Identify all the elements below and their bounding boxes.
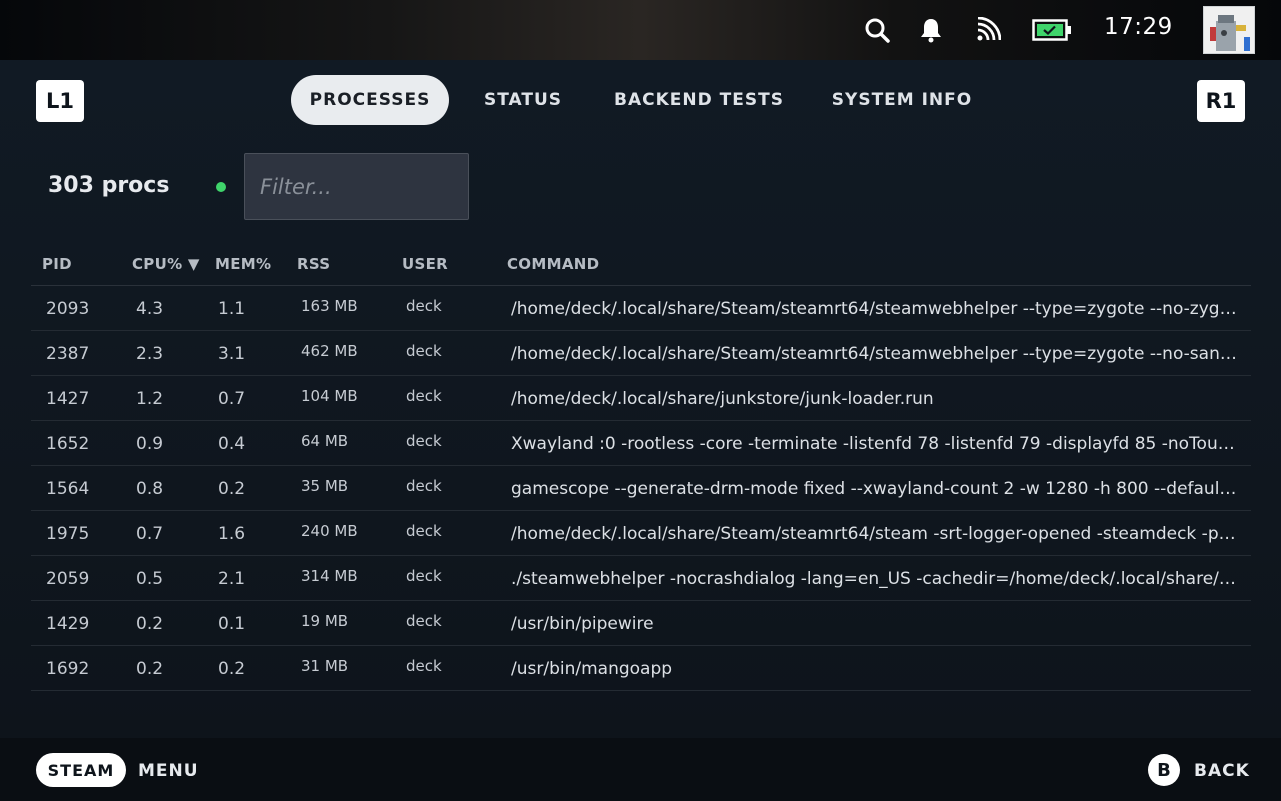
tab-processes[interactable]: PROCESSES — [291, 75, 449, 125]
cell-cpu: 1.2 — [136, 389, 164, 409]
main-panel: L1 R1 PROCESSES STATUS BACKEND TESTS SYS… — [0, 60, 1281, 738]
cell-user: deck — [406, 567, 442, 585]
cell-user: deck — [406, 477, 442, 495]
cell-mem: 0.2 — [218, 659, 246, 679]
cell-command: /home/deck/.local/share/Steam/steamrt64/… — [511, 344, 1237, 364]
cell-pid: 2059 — [46, 569, 90, 589]
tab-backend-tests[interactable]: BACKEND TESTS — [604, 75, 794, 125]
cell-mem: 2.1 — [218, 569, 246, 589]
cell-mem: 0.4 — [218, 434, 246, 454]
steam-button[interactable]: STEAM — [36, 753, 126, 787]
table-row[interactable]: 1652 0.9 0.4 64 MB deck Xwayland :0 -rootless… — [31, 421, 1251, 466]
table-row[interactable]: 1427 1.2 0.7 104 MB deck/home/deck/.local/sh… — [31, 376, 1251, 421]
cell-mem: 0.7 — [218, 389, 246, 409]
cell-pid: 1692 — [46, 659, 90, 679]
battery-icon[interactable] — [1031, 14, 1073, 46]
cell-user: deck — [406, 432, 442, 450]
cell-mem: 0.2 — [218, 479, 246, 499]
cell-cpu: 0.8 — [136, 479, 164, 499]
cell-pid: 1427 — [46, 389, 90, 409]
cell-cpu: 4.3 — [136, 299, 164, 319]
cell-mem: 0.1 — [218, 614, 246, 634]
process-count: 303 procs — [48, 173, 170, 198]
cell-user: deck — [406, 522, 442, 540]
live-status-indicator — [216, 182, 226, 192]
cell-command: /home/deck/.local/share/junkstore/junk-l… — [511, 389, 934, 409]
cell-rss: 35 MB — [301, 477, 349, 495]
cell-mem: 1.1 — [218, 299, 246, 319]
status-bar: 17:29 — [0, 0, 1281, 60]
table-row[interactable]: 1692 0.2 0.2 31 MB deck/usr/bin/mangoapp — [31, 646, 1251, 691]
table-row[interactable]: 1975 0.7 1.6 240 MB deck/home/deck/.local/sh… — [31, 511, 1251, 556]
process-table: PID CPU% ▼ MEM% RSS USER COMMAND 2093 4.3… — [31, 244, 1251, 691]
tab-system-info[interactable]: SYSTEM INFO — [822, 75, 982, 125]
avatar[interactable] — [1203, 6, 1255, 54]
cell-user: deck — [406, 657, 442, 675]
rss-icon[interactable] — [973, 14, 1003, 46]
cell-cpu: 0.2 — [136, 614, 164, 634]
cell-mem: 1.6 — [218, 524, 246, 544]
cell-mem: 3.1 — [218, 344, 246, 364]
menu-label: MENU — [138, 761, 199, 781]
cell-command: /home/deck/.local/share/Steam/steamrt64/… — [511, 299, 1237, 319]
table-row[interactable]: 2059 0.5 2.1 314 MB deck ./steamwebhelper -no… — [31, 556, 1251, 601]
header-cpu[interactable]: CPU% ▼ — [132, 255, 200, 273]
header-mem[interactable]: MEM% — [215, 255, 271, 273]
footer-bar: STEAM MENU B BACK — [0, 738, 1281, 801]
tab-bar: PROCESSES STATUS BACKEND TESTS SYSTEM IN… — [0, 75, 1281, 125]
search-icon[interactable] — [862, 14, 892, 46]
cell-pid: 1975 — [46, 524, 90, 544]
cell-user: deck — [406, 297, 442, 315]
cell-command: ./steamwebhelper -nocrashdialog -lang=en… — [511, 569, 1237, 589]
header-pid[interactable]: PID — [42, 255, 72, 273]
cell-pid: 1429 — [46, 614, 90, 634]
cell-cpu: 2.3 — [136, 344, 164, 364]
header-user[interactable]: USER — [402, 255, 448, 273]
b-button[interactable]: B — [1148, 754, 1180, 786]
cell-user: deck — [406, 387, 442, 405]
cell-rss: 104 MB — [301, 387, 358, 405]
header-command[interactable]: COMMAND — [507, 255, 599, 273]
cell-rss: 314 MB — [301, 567, 358, 585]
bell-icon[interactable] — [916, 14, 946, 46]
cell-pid: 2387 — [46, 344, 90, 364]
table-row[interactable]: 1429 0.2 0.1 19 MB deck/usr/bin/pipewire — [31, 601, 1251, 646]
cell-pid: 1652 — [46, 434, 90, 454]
cell-rss: 64 MB — [301, 432, 349, 450]
cell-rss: 19 MB — [301, 612, 349, 630]
cell-cpu: 0.5 — [136, 569, 164, 589]
cell-cpu: 0.9 — [136, 434, 164, 454]
cell-rss: 163 MB — [301, 297, 358, 315]
cell-pid: 1564 — [46, 479, 90, 499]
table-body: 2093 4.3 1.1 163 MB deck/home/deck/.local/sh… — [31, 286, 1251, 691]
cell-user: deck — [406, 342, 442, 360]
cell-command: /home/deck/.local/share/Steam/steamrt64/… — [511, 524, 1237, 544]
cell-pid: 2093 — [46, 299, 90, 319]
cell-cpu: 0.7 — [136, 524, 164, 544]
back-label: BACK — [1194, 761, 1250, 781]
table-header: PID CPU% ▼ MEM% RSS USER COMMAND — [31, 244, 1251, 286]
cell-cpu: 0.2 — [136, 659, 164, 679]
cell-command: /usr/bin/pipewire — [511, 614, 654, 634]
cell-rss: 462 MB — [301, 342, 358, 360]
clock: 17:29 — [1104, 14, 1173, 40]
tab-status[interactable]: STATUS — [470, 75, 576, 125]
header-rss[interactable]: RSS — [297, 255, 330, 273]
cell-user: deck — [406, 612, 442, 630]
table-row[interactable]: 1564 0.8 0.2 35 MB deck gamescope --generate-… — [31, 466, 1251, 511]
table-row[interactable]: 2093 4.3 1.1 163 MB deck/home/deck/.local/sh… — [31, 286, 1251, 331]
filter-input[interactable] — [244, 153, 469, 220]
table-row[interactable]: 2387 2.3 3.1 462 MB deck/home/deck/.local/sh… — [31, 331, 1251, 376]
cell-rss: 31 MB — [301, 657, 349, 675]
cell-command: gamescope --generate-drm-mode fixed --xw… — [511, 479, 1237, 499]
cell-command: /usr/bin/mangoapp — [511, 659, 673, 679]
cell-command: Xwayland :0 -rootless -core -terminate -… — [511, 434, 1237, 454]
cell-rss: 240 MB — [301, 522, 358, 540]
